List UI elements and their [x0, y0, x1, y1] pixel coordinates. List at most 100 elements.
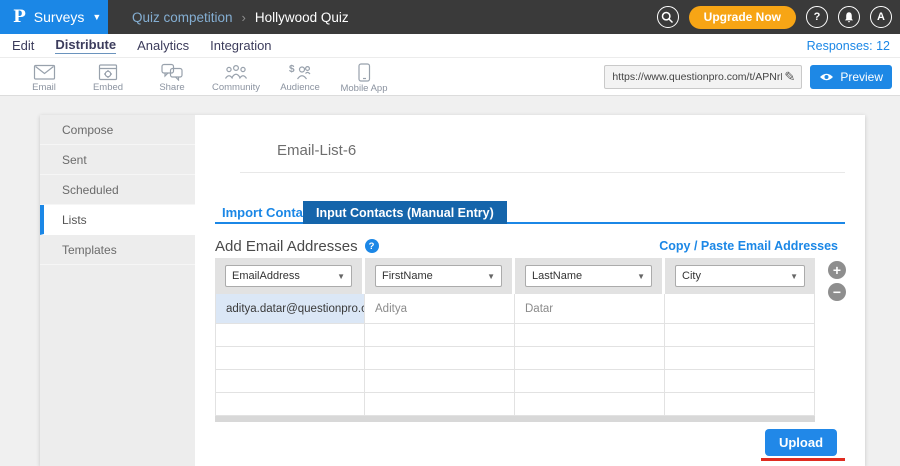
title-divider — [240, 172, 845, 173]
cell-email[interactable] — [215, 393, 365, 416]
column-select-firstname[interactable]: FirstName ▼ — [375, 265, 502, 287]
breadcrumb-current: Hollywood Quiz — [255, 10, 349, 25]
survey-url-input[interactable] — [605, 71, 784, 83]
cell-email[interactable] — [215, 370, 365, 393]
table-row — [215, 370, 815, 393]
cell-firstname[interactable]: Aditya — [365, 294, 515, 324]
cell-lastname[interactable] — [515, 393, 665, 416]
toolbar-label: Share — [159, 82, 184, 93]
column-select-emailaddress[interactable]: EmailAddress ▼ — [225, 265, 352, 287]
help-button[interactable]: ? — [806, 6, 828, 28]
tab-analytics[interactable]: Analytics — [137, 38, 189, 53]
row-controls: + − — [828, 261, 846, 301]
sidebar-item-compose[interactable]: Compose — [40, 115, 195, 145]
column-select-city[interactable]: City ▼ — [675, 265, 805, 287]
toolbar-label: Email — [32, 82, 56, 93]
survey-url-box: ✎ — [604, 65, 802, 89]
question-mark-icon: ? — [814, 11, 821, 23]
distribute-toolbar: Email Embed Share Community $ — [0, 58, 900, 96]
cell-lastname[interactable] — [515, 370, 665, 393]
cell-city[interactable] — [665, 370, 815, 393]
table-horizontal-scrollbar[interactable] — [215, 416, 815, 422]
cell-email[interactable]: aditya.datar@questionpro.com — [215, 294, 365, 324]
avatar-initial: A — [877, 11, 885, 23]
community-icon — [223, 63, 249, 81]
remove-row-button[interactable]: − — [828, 283, 846, 301]
header-cell: EmailAddress ▼ — [215, 258, 365, 294]
upgrade-now-button[interactable]: Upgrade Now — [689, 6, 796, 29]
table-row — [215, 347, 815, 370]
sidebar-item-templates[interactable]: Templates — [40, 235, 195, 265]
header-cell: City ▼ — [665, 258, 815, 294]
column-select-lastname[interactable]: LastName ▼ — [525, 265, 652, 287]
product-switcher[interactable]: P Surveys ▼ — [0, 0, 108, 34]
cell-lastname[interactable] — [515, 347, 665, 370]
topbar-actions: Upgrade Now ? A — [657, 0, 900, 34]
toolbar-item-share[interactable]: Share — [140, 60, 204, 93]
email-sidebar: Compose Sent Scheduled Lists Templates — [40, 115, 195, 466]
cell-firstname[interactable] — [365, 370, 515, 393]
edit-url-button[interactable]: ✎ — [784, 69, 801, 85]
survey-navbar: Edit Distribute Analytics Integration Re… — [0, 34, 900, 58]
cell-firstname[interactable] — [365, 347, 515, 370]
cell-firstname[interactable] — [365, 324, 515, 347]
table-header-row: EmailAddress ▼ FirstName ▼ LastName — [215, 258, 815, 294]
contacts-tabs: Import Contacts Input Contacts (Manual E… — [215, 201, 845, 224]
cell-email[interactable] — [215, 347, 365, 370]
notifications-button[interactable] — [838, 6, 860, 28]
header-cell: LastName ▼ — [515, 258, 665, 294]
cell-lastname[interactable]: Datar — [515, 294, 665, 324]
preview-label: Preview — [840, 70, 883, 84]
toolbar-label: Mobile App — [340, 83, 387, 94]
table-row — [215, 393, 815, 416]
toolbar-right: ✎ Preview — [604, 65, 892, 89]
selected-option: LastName — [532, 270, 582, 282]
plus-icon: + — [833, 263, 841, 277]
share-icon — [161, 63, 183, 81]
cell-email[interactable] — [215, 324, 365, 347]
toolbar-item-mobile-app[interactable]: Mobile App — [332, 60, 396, 94]
product-name: Surveys — [34, 9, 85, 25]
cell-city[interactable] — [665, 347, 815, 370]
sidebar-item-lists[interactable]: Lists — [40, 205, 195, 235]
upload-button[interactable]: Upload — [765, 429, 837, 456]
tab-edit[interactable]: Edit — [12, 38, 34, 53]
page-background: Compose Sent Scheduled Lists Templates E… — [0, 96, 900, 466]
list-title: Email-List-6 — [277, 142, 356, 159]
cell-city[interactable] — [665, 294, 815, 324]
section-title: Add Email Addresses ? — [215, 238, 379, 255]
questionpro-logo: P — [13, 7, 26, 27]
breadcrumb-parent[interactable]: Quiz competition — [132, 10, 233, 25]
contacts-table: EmailAddress ▼ FirstName ▼ LastName — [215, 258, 815, 422]
help-icon[interactable]: ? — [365, 239, 379, 253]
sidebar-item-sent[interactable]: Sent — [40, 145, 195, 175]
top-header: P Surveys ▼ Quiz competition › Hollywood… — [0, 0, 900, 34]
toolbar-item-embed[interactable]: Embed — [76, 61, 140, 93]
list-detail-panel: Email-List-6 Import Contacts Input Conta… — [195, 115, 865, 466]
tab-integration[interactable]: Integration — [210, 38, 271, 53]
cell-city[interactable] — [665, 393, 815, 416]
tab-input-contacts-manual[interactable]: Input Contacts (Manual Entry) — [303, 201, 507, 224]
add-row-button[interactable]: + — [828, 261, 846, 279]
selected-option: EmailAddress — [232, 270, 300, 282]
toolbar-item-community[interactable]: Community — [204, 60, 268, 93]
cell-lastname[interactable] — [515, 324, 665, 347]
email-icon — [33, 64, 56, 81]
copy-paste-link[interactable]: Copy / Paste Email Addresses — [659, 239, 838, 253]
search-button[interactable] — [657, 6, 679, 28]
breadcrumb-separator: › — [242, 10, 246, 25]
toolbar-item-audience[interactable]: $ Audience — [268, 60, 332, 93]
toolbar-item-email[interactable]: Email — [12, 61, 76, 93]
bell-icon — [843, 11, 855, 24]
avatar[interactable]: A — [870, 6, 892, 28]
tab-distribute[interactable]: Distribute — [55, 37, 116, 54]
preview-button[interactable]: Preview — [810, 65, 892, 89]
table-row — [215, 324, 815, 347]
sidebar-item-scheduled[interactable]: Scheduled — [40, 175, 195, 205]
cell-city[interactable] — [665, 324, 815, 347]
responses-count[interactable]: Responses: 12 — [807, 39, 890, 53]
search-icon — [661, 11, 674, 24]
eye-icon — [819, 72, 834, 82]
toolbar-label: Community — [212, 82, 260, 93]
cell-firstname[interactable] — [365, 393, 515, 416]
